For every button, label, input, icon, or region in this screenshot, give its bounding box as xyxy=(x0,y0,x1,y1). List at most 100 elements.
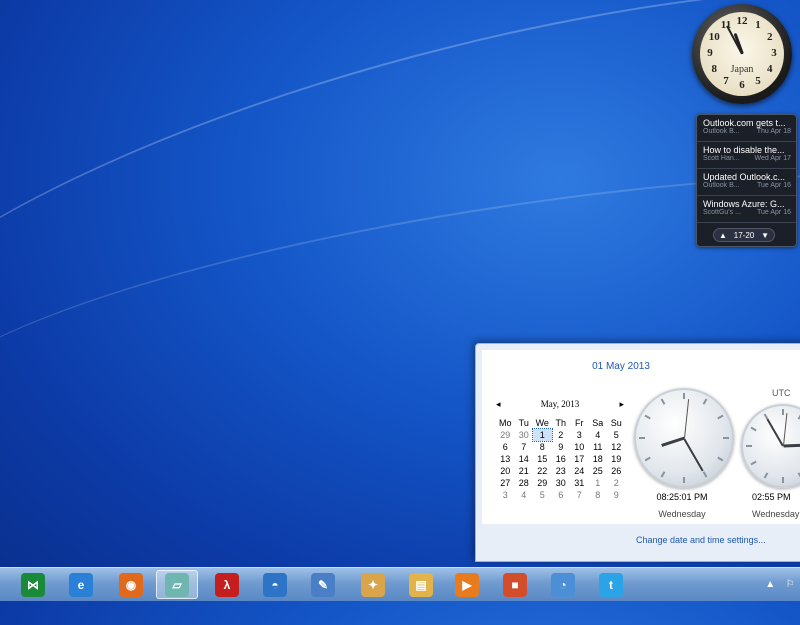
clock-second-hand xyxy=(683,398,689,439)
feed-item-meta: ScottGu's ... Tue Apr 16 xyxy=(703,209,791,216)
calendar-next-month-button[interactable]: ▸ xyxy=(619,399,624,410)
clock-numeral: 10 xyxy=(708,31,720,43)
calendar-day[interactable]: 5 xyxy=(533,489,552,501)
clock-tick xyxy=(717,414,724,420)
calendar-day[interactable]: 7 xyxy=(515,441,534,453)
clock-numeral: 8 xyxy=(711,63,718,75)
clock-numeral: 6 xyxy=(739,79,745,91)
feed-item[interactable]: Updated Outlook.c... Outlook B... Tue Ap… xyxy=(697,169,796,196)
calendar-day[interactable]: 10 xyxy=(570,441,589,453)
calendar-prev-month-button[interactable]: ◂ xyxy=(496,399,501,410)
feed-prev-button[interactable]: ▲ xyxy=(719,231,727,240)
feed-item-meta: Outlook B... Tue Apr 16 xyxy=(703,182,791,189)
taskbar-app-button[interactable]: ■ xyxy=(494,570,536,599)
calendar-day[interactable]: 7 xyxy=(570,489,589,501)
calendar-day[interactable]: 20 xyxy=(496,465,515,477)
feed-page-range: 17-20 xyxy=(733,230,755,240)
calendar-day[interactable]: 19 xyxy=(607,453,626,465)
change-date-time-settings-link[interactable]: Change date and time settings... xyxy=(636,535,766,545)
calendar-day[interactable]: 9 xyxy=(552,441,571,453)
taskbar-app-button[interactable]: λ xyxy=(206,570,248,599)
calendar-day[interactable]: 3 xyxy=(570,429,589,441)
calendar-month-label[interactable]: May, 2013 xyxy=(541,399,579,409)
taskbar-app-button[interactable]: ◔ xyxy=(542,570,584,599)
calendar-day[interactable]: 30 xyxy=(552,477,571,489)
calendar-weekday: Mo xyxy=(498,418,512,428)
calendar-weekday: Tu xyxy=(518,418,529,428)
calendar-day[interactable]: 21 xyxy=(515,465,534,477)
calendar-day[interactable]: 14 xyxy=(515,453,534,465)
feed-item-meta: Outlook B... Thu Apr 18 xyxy=(703,128,791,135)
calendar-day[interactable]: 3 xyxy=(496,489,515,501)
calendar-day[interactable]: 31 xyxy=(570,477,589,489)
calendar-day[interactable]: 22 xyxy=(533,465,552,477)
calendar-day[interactable]: 2 xyxy=(607,477,626,489)
calendar-grid: Mo Tu We Th Fr Sa Su 29 30 1 2 3 4 5 6 7 8 9 10 11 12 13 14 15 1… xyxy=(496,417,626,501)
calendar-day[interactable]: 12 xyxy=(607,441,626,453)
calendar-day[interactable]: 28 xyxy=(515,477,534,489)
taskbar-app-button[interactable]: t xyxy=(590,570,632,599)
calendar-day[interactable]: 6 xyxy=(496,441,515,453)
taskbar-app-button[interactable]: ▱ xyxy=(156,570,198,599)
calendar-day[interactable]: 13 xyxy=(496,453,515,465)
calendar-week-row: 13 14 15 16 17 18 19 xyxy=(496,453,626,465)
taskbar-app-button[interactable]: ▤ xyxy=(400,570,442,599)
feed-item[interactable]: Outlook.com gets t... Outlook B... Thu A… xyxy=(697,115,796,142)
calendar-day[interactable]: 6 xyxy=(552,489,571,501)
calendar-day[interactable]: 8 xyxy=(533,441,552,453)
calendar-day[interactable]: 4 xyxy=(515,489,534,501)
twitter-icon: t xyxy=(599,572,623,597)
calendar-day[interactable]: 4 xyxy=(589,429,608,441)
calendar-day[interactable]: 26 xyxy=(607,465,626,477)
calendar-day[interactable]: 29 xyxy=(533,477,552,489)
clock-gadget[interactable]: Japan 121234567891011 xyxy=(692,4,792,104)
calendar-day[interactable]: 15 xyxy=(533,453,552,465)
taskbar-app-button[interactable]: ◉ xyxy=(110,570,152,599)
calendar-day[interactable]: 16 xyxy=(552,453,571,465)
calendar-day[interactable]: 30 xyxy=(515,429,534,441)
feed-headlines-gadget[interactable]: Outlook.com gets t... Outlook B... Thu A… xyxy=(696,114,797,247)
calendar-day[interactable]: 11 xyxy=(589,441,608,453)
calendar-weekday-row: Mo Tu We Th Fr Sa Su xyxy=(496,417,626,429)
show-hidden-icons-button[interactable]: ▲ xyxy=(765,579,775,590)
taskbar-app-button[interactable]: ⋈ xyxy=(12,570,54,599)
taskbar-app-button[interactable]: ✦ xyxy=(352,570,394,599)
calendar-day[interactable]: 23 xyxy=(552,465,571,477)
taskbar-app-button[interactable]: e xyxy=(60,570,102,599)
clock-minute-hand xyxy=(766,418,784,447)
calendar-day[interactable]: 17 xyxy=(570,453,589,465)
calendar-day[interactable]: 24 xyxy=(570,465,589,477)
calendar-day[interactable]: 8 xyxy=(589,489,608,501)
local-day-text: Wednesday xyxy=(658,509,706,519)
feed-item[interactable]: How to disable the... Scott Han... Wed A… xyxy=(697,142,796,169)
feed-item[interactable]: Windows Azure: G... ScottGu's ... Tue Ap… xyxy=(697,196,796,223)
calendar-day[interactable]: 9 xyxy=(607,489,626,501)
calendar-day[interactable]: 1 xyxy=(589,477,608,489)
internet-explorer-icon: e xyxy=(69,572,93,597)
calendar-day[interactable]: 5 xyxy=(607,429,626,441)
clock-numeral: 3 xyxy=(771,47,777,59)
action-center-icon[interactable]: ⚐ xyxy=(786,579,795,590)
calendar-day-today[interactable]: 1 xyxy=(532,428,553,442)
feed-item-source: Outlook B... xyxy=(703,182,740,189)
clock-numeral: 2 xyxy=(766,31,773,43)
calendar-day[interactable]: 27 xyxy=(496,477,515,489)
calendar-day[interactable]: 25 xyxy=(589,465,608,477)
taskbar-app-button[interactable]: ▶ xyxy=(446,570,488,599)
live-writer-icon: ◓ xyxy=(263,572,287,597)
clock-minute-hand xyxy=(726,25,743,55)
taskbar-app-button[interactable]: ◓ xyxy=(254,570,296,599)
flyout-date-heading[interactable]: 01 May 2013 xyxy=(482,361,760,372)
clock-numeral: 5 xyxy=(755,74,761,87)
clock-tick xyxy=(660,471,666,478)
utc-label: UTC xyxy=(772,388,791,398)
feed-next-button[interactable]: ▼ xyxy=(761,231,769,240)
taskbar-app-button[interactable]: ✎ xyxy=(302,570,344,599)
media-player-icon: ▶ xyxy=(455,572,479,597)
local-time-text: 08:25:01 PM xyxy=(656,492,708,502)
calendar-weekday: Fr xyxy=(575,418,584,428)
clock-numeral: 12 xyxy=(736,15,748,27)
calendar-day[interactable]: 18 xyxy=(589,453,608,465)
calendar-day[interactable]: 2 xyxy=(552,429,571,441)
calendar-day[interactable]: 29 xyxy=(496,429,515,441)
